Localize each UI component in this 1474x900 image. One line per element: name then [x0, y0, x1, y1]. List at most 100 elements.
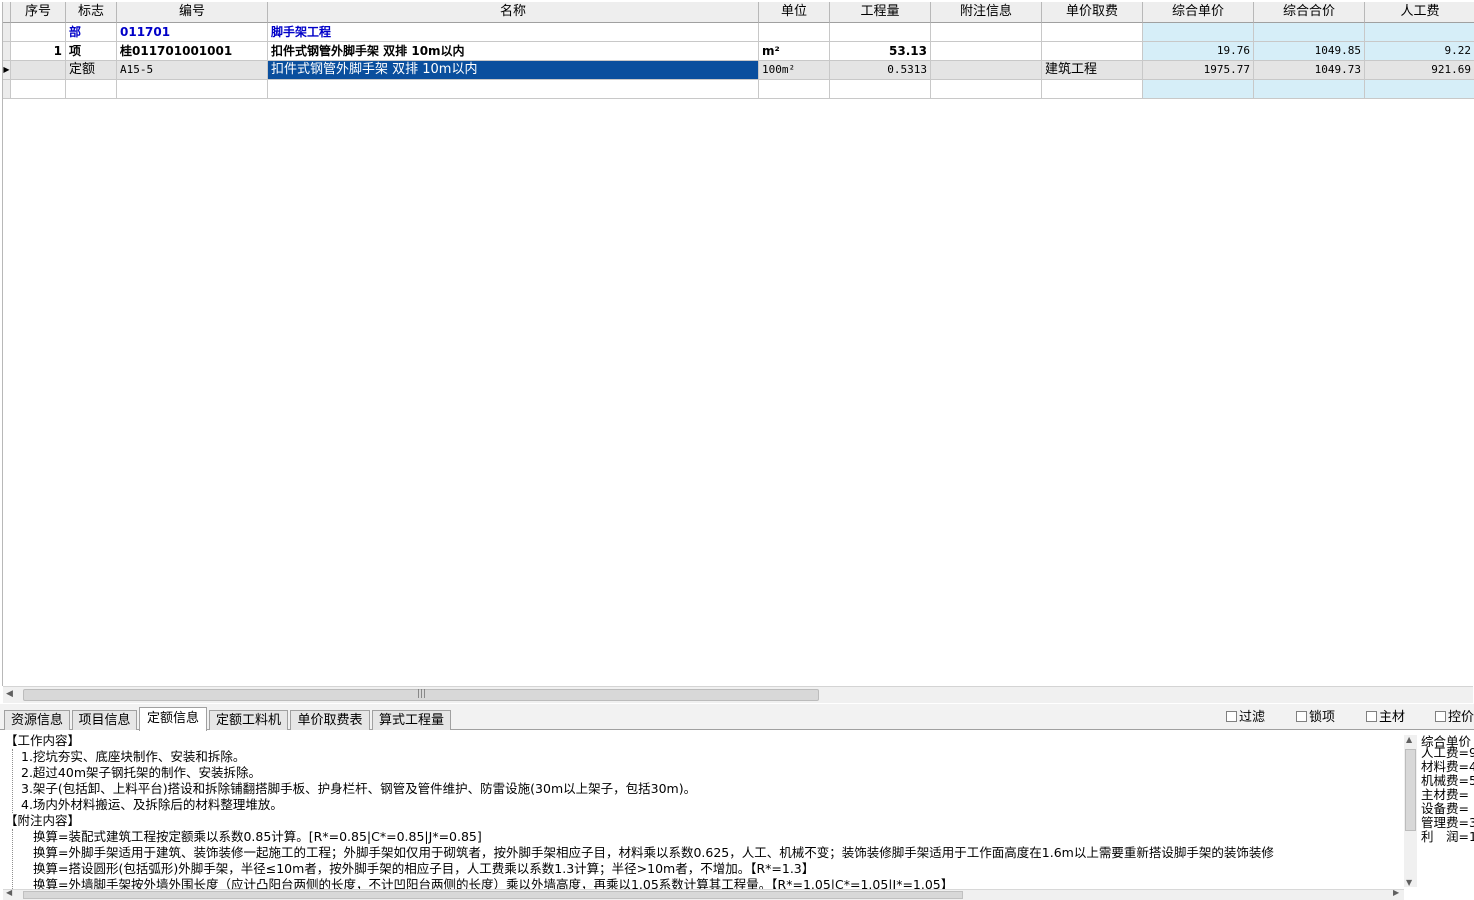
cell-flag[interactable]: 部: [66, 23, 117, 42]
note-item[interactable]: 换算=装配式建筑工程按定额乘以系数0.85计算。[R*=0.85|C*=0.85…: [33, 829, 482, 845]
tab-formula-quantity[interactable]: 算式工程量: [372, 710, 451, 730]
cell-name[interactable]: 扣件式钢管外脚手架 双排 10m以内: [268, 42, 759, 61]
cell-seq[interactable]: 1: [11, 42, 66, 61]
cell-seq[interactable]: [11, 61, 66, 80]
cell-seq[interactable]: [11, 80, 66, 99]
note-item[interactable]: 换算=外墙脚手架按外墙外围长度（应计凸阳台两侧的长度，不计凹阳台两侧的长度）乘以…: [33, 877, 953, 889]
cell-note[interactable]: [931, 61, 1042, 80]
table-row[interactable]: 1 项 桂011701001001 扣件式钢管外脚手架 双排 10m以内 m² …: [3, 42, 1474, 61]
scroll-up-arrow-icon[interactable]: ▲: [1406, 735, 1412, 744]
cell-flag[interactable]: 定额: [66, 61, 117, 80]
cell-labor[interactable]: [1365, 23, 1474, 42]
tab-unit-price-fee[interactable]: 单价取费表: [290, 710, 370, 730]
cell-unit-price[interactable]: 1975.77: [1143, 61, 1254, 80]
cell-labor[interactable]: 9.22: [1365, 42, 1474, 61]
col-header-seq[interactable]: 序号: [11, 2, 66, 23]
cell-total[interactable]: 1049.85: [1254, 42, 1365, 61]
col-header-code[interactable]: 编号: [117, 2, 268, 23]
checkbox-box-icon[interactable]: [1435, 711, 1446, 722]
cell-note[interactable]: [931, 42, 1042, 61]
cell-code[interactable]: A15-5: [117, 61, 268, 80]
cell-code[interactable]: 011701: [117, 23, 268, 42]
col-header-qty[interactable]: 工程量: [830, 2, 931, 23]
scroll-down-arrow-icon[interactable]: ▼: [1406, 878, 1412, 887]
cell-unit-price[interactable]: 19.76: [1143, 42, 1254, 61]
table-row[interactable]: 部 011701 脚手架工程: [3, 23, 1474, 42]
col-header-note[interactable]: 附注信息: [931, 2, 1042, 23]
info-vertical-scrollbar[interactable]: ▲ ▼: [1404, 735, 1417, 887]
note-item[interactable]: 换算=外脚手架适用于建筑、装饰装修一起施工的工程；外脚手架如仅用于砌筑者，按外脚…: [33, 845, 1274, 861]
checkbox-box-icon[interactable]: [1226, 711, 1237, 722]
cell-unit-price[interactable]: [1143, 80, 1254, 99]
cell-name[interactable]: 脚手架工程: [268, 23, 759, 42]
grip-icon: |||: [417, 689, 427, 699]
cell-total[interactable]: [1254, 23, 1365, 42]
row-indicator-current[interactable]: ▶: [3, 61, 11, 80]
tab-quota-info[interactable]: 定额信息: [139, 707, 207, 731]
cell-note[interactable]: [931, 23, 1042, 42]
cell-code[interactable]: 桂011701001001: [117, 42, 268, 61]
col-header-name[interactable]: 名称: [268, 2, 759, 23]
cell-name[interactable]: [268, 80, 759, 99]
col-header-total[interactable]: 综合合价: [1254, 2, 1365, 23]
table-row[interactable]: ▶ 定额 A15-5 扣件式钢管外脚手架 双排 10m以内 100m² 0.53…: [3, 61, 1474, 80]
info-horizontal-scrollbar[interactable]: ◀ ▶: [3, 888, 1404, 900]
scrollbar-thumb[interactable]: |||: [23, 689, 819, 701]
checkbox-box-icon[interactable]: [1366, 711, 1377, 722]
detail-tab-bar: 资源信息 项目信息 定额信息 定额工料机 单价取费表 算式工程量 过滤 锁项 主…: [0, 704, 1474, 731]
cell-qty[interactable]: [830, 23, 931, 42]
row-indicator[interactable]: [3, 42, 11, 61]
lock-item-checkbox[interactable]: 锁项: [1296, 710, 1335, 726]
cell-code[interactable]: [117, 80, 268, 99]
table-row[interactable]: [3, 80, 1474, 99]
scroll-left-arrow-icon[interactable]: ◀: [6, 888, 12, 897]
cell-fee[interactable]: [1042, 23, 1143, 42]
work-item: 1.挖坑夯实、底座块制作、安装和拆除。: [21, 749, 246, 764]
col-header-unit[interactable]: 单位: [759, 2, 830, 23]
col-header-flag[interactable]: 标志: [66, 2, 117, 23]
cell-name-selected[interactable]: 扣件式钢管外脚手架 双排 10m以内: [268, 61, 759, 80]
cell-flag[interactable]: [66, 80, 117, 99]
tab-project-info[interactable]: 项目信息: [72, 710, 137, 730]
scroll-left-arrow-icon[interactable]: ◀: [6, 689, 13, 699]
price-control-checkbox[interactable]: 控价: [1435, 710, 1474, 726]
grid-horizontal-scrollbar[interactable]: ◀ |||: [3, 686, 1473, 703]
scrollbar-thumb[interactable]: [23, 891, 963, 899]
cell-qty[interactable]: [830, 80, 931, 99]
filter-checkbox[interactable]: 过滤: [1226, 710, 1265, 726]
main-material-checkbox[interactable]: 主材: [1366, 710, 1405, 726]
tree-line: [12, 749, 13, 813]
cell-total[interactable]: [1254, 80, 1365, 99]
cell-fee[interactable]: [1042, 42, 1143, 61]
col-header-unit-price[interactable]: 综合单价: [1143, 2, 1254, 23]
cell-labor[interactable]: 921.69: [1365, 61, 1474, 80]
cell-unit[interactable]: m²: [759, 42, 830, 61]
cell-fee[interactable]: 建筑工程: [1042, 61, 1143, 80]
summary-management: 管理费=3: [1421, 815, 1474, 830]
scrollbar-thumb[interactable]: [1405, 749, 1416, 831]
quota-grid: 序号 标志 编号 名称 单位 工程量 附注信息 单价取费 综合单价 综合合价 人…: [2, 2, 1474, 686]
row-indicator[interactable]: [3, 80, 11, 99]
note-item[interactable]: 换算=搭设圆形(包括弧形)外脚手架，半径≤10m者，按外脚手架的相应子目，人工费…: [33, 861, 814, 877]
price-control-label: 控价: [1448, 710, 1474, 725]
cell-qty[interactable]: 0.5313: [830, 61, 931, 80]
tab-quota-materials[interactable]: 定额工料机: [209, 710, 288, 730]
checkbox-box-icon[interactable]: [1296, 711, 1307, 722]
cell-fee[interactable]: [1042, 80, 1143, 99]
cell-qty[interactable]: 53.13: [830, 42, 931, 61]
cell-unit-price[interactable]: [1143, 23, 1254, 42]
scroll-right-arrow-icon[interactable]: ▶: [1393, 888, 1399, 897]
cell-unit[interactable]: [759, 80, 830, 99]
cell-unit[interactable]: 100m²: [759, 61, 830, 80]
cell-total[interactable]: 1049.73: [1254, 61, 1365, 80]
cell-seq[interactable]: [11, 23, 66, 42]
col-header-fee[interactable]: 单价取费: [1042, 2, 1143, 23]
col-header-labor[interactable]: 人工费: [1365, 2, 1474, 23]
cell-flag[interactable]: 项: [66, 42, 117, 61]
cell-labor[interactable]: [1365, 80, 1474, 99]
tab-resource-info[interactable]: 资源信息: [4, 710, 70, 730]
row-indicator[interactable]: [3, 23, 11, 42]
cell-note[interactable]: [931, 80, 1042, 99]
cell-unit[interactable]: [759, 23, 830, 42]
tree-line: [12, 829, 13, 889]
